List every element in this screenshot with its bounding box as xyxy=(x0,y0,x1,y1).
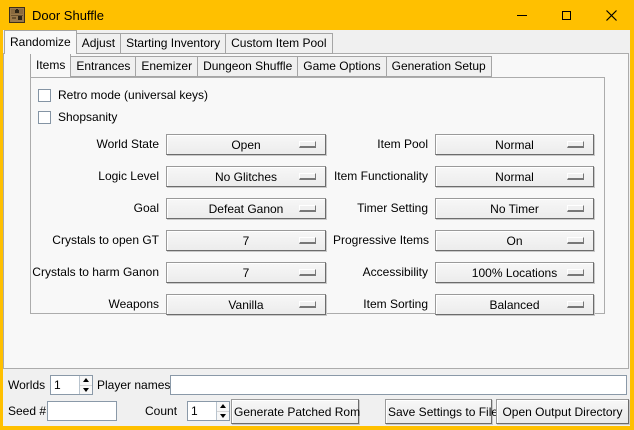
player-names-label: Player names xyxy=(97,375,170,395)
tab-starting-inventory[interactable]: Starting Inventory xyxy=(120,33,226,54)
arrow-down-icon xyxy=(220,414,226,418)
window-title: Door Shuffle xyxy=(32,8,104,23)
arrow-up-icon xyxy=(83,378,89,382)
menu-indicator-icon xyxy=(567,237,584,244)
minimize-button[interactable] xyxy=(499,0,544,30)
settings-form: World State Open Item Pool Normal Logic … xyxy=(32,134,604,315)
item-sorting-dropdown[interactable]: Balanced xyxy=(435,294,594,315)
arrow-down-icon xyxy=(83,388,89,392)
crystals-open-gt-dropdown[interactable]: 7 xyxy=(166,230,326,251)
progressive-items-label: Progressive Items xyxy=(333,230,428,251)
item-functionality-dropdown[interactable]: Normal xyxy=(435,166,594,187)
window-controls xyxy=(499,0,634,30)
item-pool-dropdown[interactable]: Normal xyxy=(435,134,594,155)
menu-indicator-icon xyxy=(299,205,316,212)
app-icon xyxy=(9,7,25,23)
close-icon xyxy=(606,10,617,21)
tab-adjust[interactable]: Adjust xyxy=(76,33,121,54)
menu-indicator-icon xyxy=(567,301,584,308)
tab-game-options[interactable]: Game Options xyxy=(297,56,386,77)
weapons-dropdown[interactable]: Vanilla xyxy=(166,294,326,315)
minimize-icon xyxy=(517,15,527,16)
maximize-button[interactable] xyxy=(544,0,589,30)
menu-indicator-icon xyxy=(567,173,584,180)
goal-dropdown[interactable]: Defeat Ganon xyxy=(166,198,326,219)
item-pool-label: Item Pool xyxy=(333,134,428,155)
menu-indicator-icon xyxy=(567,141,584,148)
tab-entrances[interactable]: Entrances xyxy=(70,56,136,77)
menu-indicator-icon xyxy=(299,173,316,180)
logic-level-dropdown[interactable]: No Glitches xyxy=(166,166,326,187)
items-pane: Retro mode (universal keys) Shopsanity W… xyxy=(30,77,605,314)
goal-label: Goal xyxy=(32,198,159,219)
menu-indicator-icon xyxy=(299,237,316,244)
menu-indicator-icon xyxy=(299,269,316,276)
worlds-down-button[interactable] xyxy=(80,386,92,395)
world-state-dropdown[interactable]: Open xyxy=(166,134,326,155)
sub-tab-bar: Items Entrances Enemizer Dungeon Shuffle… xyxy=(30,55,492,77)
retro-mode-row[interactable]: Retro mode (universal keys) xyxy=(38,85,604,105)
crystals-harm-ganon-label: Crystals to harm Ganon xyxy=(32,262,159,283)
randomize-pane: Items Entrances Enemizer Dungeon Shuffle… xyxy=(3,53,629,369)
tab-generation-setup[interactable]: Generation Setup xyxy=(386,56,492,77)
tab-items[interactable]: Items xyxy=(30,53,71,77)
client-area: Randomize Adjust Starting Inventory Cust… xyxy=(3,30,630,426)
progressive-items-dropdown[interactable]: On xyxy=(435,230,594,251)
menu-indicator-icon xyxy=(567,269,584,276)
titlebar[interactable]: Door Shuffle xyxy=(0,0,634,30)
weapons-label: Weapons xyxy=(32,294,159,315)
shopsanity-row[interactable]: Shopsanity xyxy=(38,107,604,127)
crystals-open-gt-label: Crystals to open GT xyxy=(32,230,159,251)
seed-input[interactable] xyxy=(47,401,117,421)
player-names-input[interactable] xyxy=(170,375,627,395)
arrow-up-icon xyxy=(220,404,226,408)
count-down-button[interactable] xyxy=(217,412,229,421)
count-up-button[interactable] xyxy=(217,402,229,412)
count-input[interactable] xyxy=(188,402,216,420)
crystals-harm-ganon-dropdown[interactable]: 7 xyxy=(166,262,326,283)
worlds-label: Worlds xyxy=(8,375,45,395)
save-settings-button[interactable]: Save Settings to File xyxy=(385,399,492,424)
worlds-input[interactable] xyxy=(51,376,79,394)
menu-indicator-icon xyxy=(567,205,584,212)
app-window: Door Shuffle Randomize Adjust Starting I… xyxy=(0,0,634,430)
tab-dungeon-shuffle[interactable]: Dungeon Shuffle xyxy=(197,56,298,77)
retro-mode-checkbox[interactable] xyxy=(38,89,51,102)
logic-level-label: Logic Level xyxy=(32,166,159,187)
tab-randomize[interactable]: Randomize xyxy=(4,30,77,54)
count-spinner[interactable] xyxy=(187,401,230,421)
accessibility-dropdown[interactable]: 100% Locations xyxy=(435,262,594,283)
main-tab-bar: Randomize Adjust Starting Inventory Cust… xyxy=(4,32,333,54)
world-state-label: World State xyxy=(32,134,159,155)
maximize-icon xyxy=(562,11,571,20)
tab-custom-item-pool[interactable]: Custom Item Pool xyxy=(225,33,332,54)
worlds-up-button[interactable] xyxy=(80,376,92,386)
accessibility-label: Accessibility xyxy=(333,262,428,283)
menu-indicator-icon xyxy=(299,141,316,148)
open-output-directory-button[interactable]: Open Output Directory xyxy=(496,399,629,424)
timer-setting-dropdown[interactable]: No Timer xyxy=(435,198,594,219)
worlds-spinner[interactable] xyxy=(50,375,93,395)
seed-label: Seed # xyxy=(8,401,46,421)
item-functionality-label: Item Functionality xyxy=(333,166,428,187)
retro-mode-label: Retro mode (universal keys) xyxy=(58,88,208,102)
timer-setting-label: Timer Setting xyxy=(333,198,428,219)
tab-enemizer[interactable]: Enemizer xyxy=(135,56,198,77)
item-sorting-label: Item Sorting xyxy=(333,294,428,315)
close-button[interactable] xyxy=(589,0,634,30)
count-label: Count xyxy=(145,401,177,421)
shopsanity-checkbox[interactable] xyxy=(38,111,51,124)
generate-patched-rom-button[interactable]: Generate Patched Rom xyxy=(231,399,359,424)
menu-indicator-icon xyxy=(299,301,316,308)
shopsanity-label: Shopsanity xyxy=(58,110,117,124)
